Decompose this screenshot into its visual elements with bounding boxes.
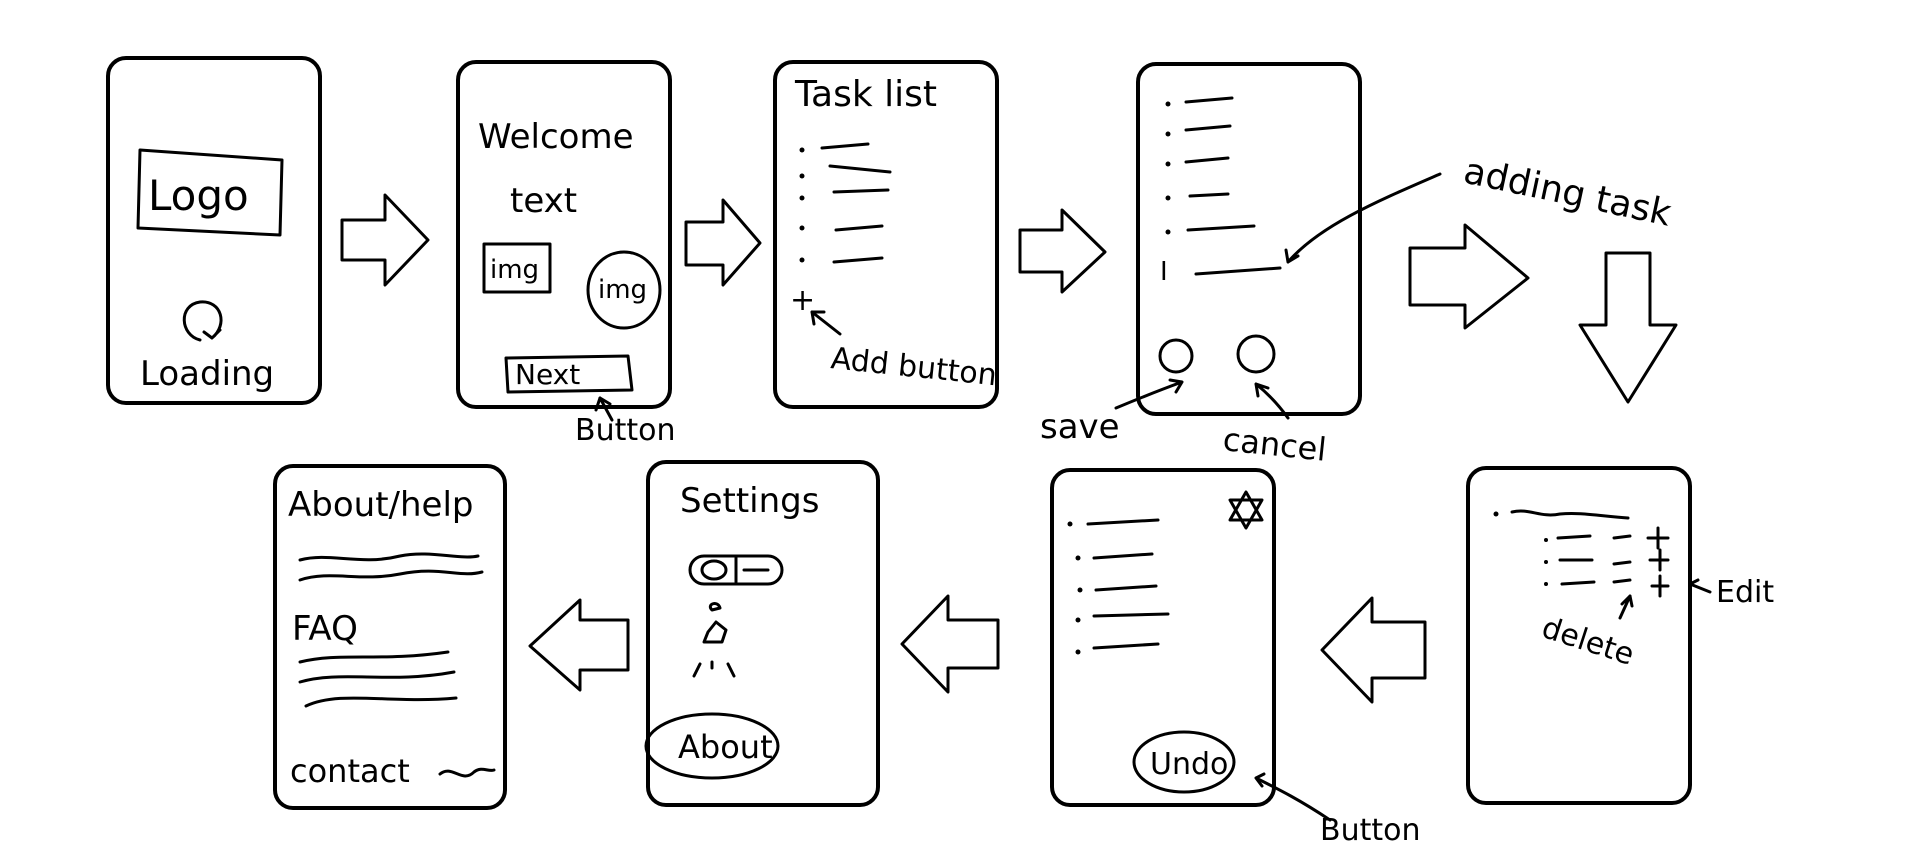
settings-title: Settings <box>680 481 819 521</box>
screen-about-help: About/help FAQ contact <box>273 464 507 810</box>
flow-arrow-1 <box>340 193 430 287</box>
image-square-label: img <box>490 255 539 285</box>
flow-arrow-2 <box>684 198 762 287</box>
wireframe-flow-diagram: Logo Loading Welcome text img img Next B… <box>106 56 1774 848</box>
edit-annotation-arrow <box>1688 578 1712 594</box>
screen-settings: Settings About <box>644 460 880 807</box>
adding-task-annotation-label: adding task <box>1460 151 1675 235</box>
cancel-annotation-label: cancel <box>1221 420 1328 469</box>
flow-arrow-8 <box>528 598 630 692</box>
screen-adding-task: I save cancel adding task <box>1040 62 1675 469</box>
undo-button-label: Undo <box>1150 747 1228 782</box>
text-cursor-icon: I <box>1160 257 1168 287</box>
screen-task-list: Task list + Add button <box>773 60 999 409</box>
screen-edit-delete: Edit delete <box>1466 466 1774 805</box>
save-annotation-label: save <box>1040 407 1120 447</box>
flow-arrow-4 <box>1408 223 1530 330</box>
next-button-label: Next <box>515 358 580 391</box>
edit-annotation-label: Edit <box>1716 575 1774 610</box>
faq-heading: FAQ <box>292 609 358 649</box>
task-list-title: Task list <box>794 74 937 115</box>
about-button-label: About <box>678 728 773 766</box>
welcome-title-line1: Welcome <box>478 117 634 157</box>
undo-annotation-label: Button <box>1320 813 1421 848</box>
logo-label: Logo <box>148 171 249 220</box>
flow-arrow-3 <box>1018 208 1107 294</box>
screen-loading: Logo Loading <box>106 56 322 405</box>
flow-arrow-6 <box>1320 596 1427 704</box>
about-help-title: About/help <box>288 485 473 525</box>
flow-arrow-7 <box>900 594 1000 694</box>
screen-welcome: Welcome text img img Next Button <box>456 60 676 448</box>
loading-label: Loading <box>140 354 274 394</box>
welcome-title-line2: text <box>510 181 577 221</box>
contact-label: contact <box>290 752 410 790</box>
flow-arrow-5 <box>1578 251 1678 404</box>
image-circle-label: img <box>598 275 647 305</box>
next-annotation-label: Button <box>575 413 676 448</box>
